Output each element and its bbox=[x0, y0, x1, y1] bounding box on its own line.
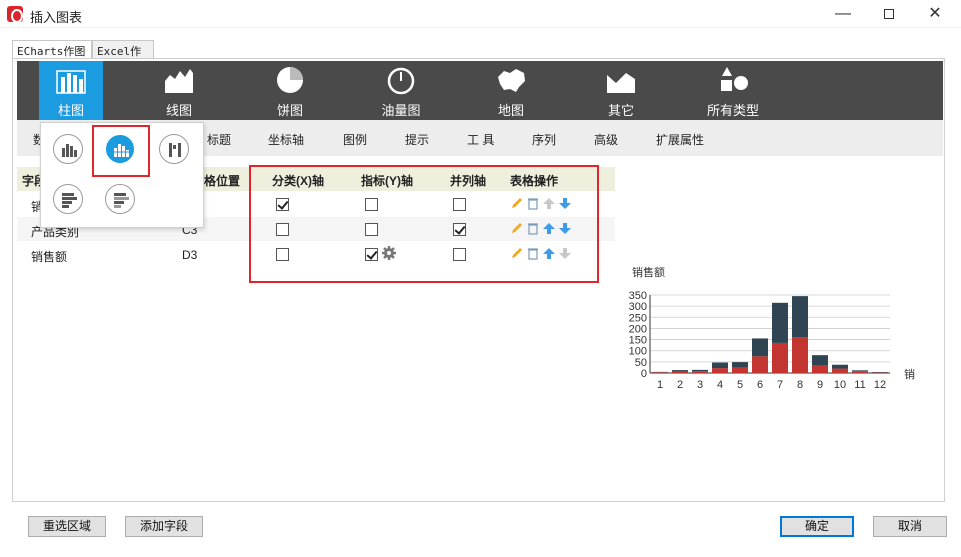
pie-chart-icon bbox=[277, 67, 303, 93]
tab-excel[interactable]: Excel作图 bbox=[92, 40, 154, 74]
all-types-icon bbox=[721, 67, 748, 91]
bar-segment bbox=[692, 369, 708, 372]
area-chart-icon bbox=[165, 69, 193, 93]
x-tick-label: 2 bbox=[677, 379, 683, 391]
x-tick-label: 8 bbox=[797, 379, 803, 391]
bar-segment bbox=[792, 337, 808, 373]
subtype-stacked-horizontal-button[interactable] bbox=[105, 184, 135, 214]
subtab-series[interactable]: 序列 bbox=[532, 131, 556, 148]
window-title: 插入图表 bbox=[30, 10, 83, 25]
bar-segment bbox=[792, 296, 808, 338]
preview-series-label: 销售额 bbox=[632, 265, 665, 279]
subtab-title[interactable]: 标题 bbox=[207, 131, 231, 148]
reselect-range-button[interactable]: 重选区域 bbox=[28, 516, 106, 537]
chart-type-other-option[interactable]: 其它 bbox=[589, 61, 653, 120]
maximize-button[interactable] bbox=[866, 0, 912, 28]
preview-chart: 销售额 销 0501001502002503003501 2 3 4 5 6 7 8 9 10 11… bbox=[629, 265, 915, 391]
cancel-button[interactable]: 取消 bbox=[873, 516, 947, 537]
x-tick-label: 1 bbox=[657, 379, 663, 391]
chart-type-all-option[interactable]: 所有类型 bbox=[697, 61, 769, 120]
chart-type-bar: 柱图 线图 饼图 油量图 地图 其它 所有类型 bbox=[17, 61, 943, 120]
x-tick-label: 7 bbox=[777, 379, 783, 391]
y-tick-label: 250 bbox=[629, 312, 647, 324]
app-icon bbox=[7, 6, 23, 23]
chart-type-label: 柱图 bbox=[57, 103, 84, 118]
bar-segment bbox=[852, 371, 868, 373]
chart-type-label: 其它 bbox=[607, 103, 634, 118]
bar-segment bbox=[752, 356, 768, 373]
chart-type-line-option[interactable]: 线图 bbox=[147, 61, 211, 120]
y-tick-label: 50 bbox=[635, 357, 647, 369]
subtype-highlight-box bbox=[92, 125, 150, 177]
bar-segment bbox=[672, 370, 688, 372]
bar-segment bbox=[832, 368, 848, 373]
bar-segment bbox=[812, 355, 828, 366]
bar-segment bbox=[652, 372, 668, 373]
title-bar: 插入图表 — ✕ bbox=[0, 0, 961, 28]
horizontal-bar-icon bbox=[62, 193, 77, 208]
chart-type-pie-option[interactable]: 饼图 bbox=[258, 61, 322, 120]
waterfall-icon bbox=[169, 143, 181, 157]
tab-echarts[interactable]: ECharts作图 bbox=[12, 40, 92, 59]
map-icon bbox=[498, 69, 525, 92]
y-tick-label: 200 bbox=[629, 323, 647, 335]
chart-type-map-option[interactable]: 地图 bbox=[479, 61, 543, 120]
chart-type-label: 所有类型 bbox=[706, 103, 759, 118]
x-tick-label: 12 bbox=[874, 379, 886, 391]
bar-segment bbox=[672, 371, 688, 373]
subtab-tooltip[interactable]: 提示 bbox=[405, 131, 429, 148]
subtab-legend[interactable]: 图例 bbox=[343, 131, 367, 148]
bar-segment bbox=[712, 368, 728, 373]
x-tick-label: 4 bbox=[717, 379, 723, 391]
chart-type-label: 地图 bbox=[497, 103, 524, 118]
preview-x-label: 销 bbox=[904, 367, 915, 381]
chart-type-bar-option[interactable]: 柱图 bbox=[39, 61, 103, 120]
stacked-horizontal-bar-icon bbox=[114, 193, 129, 208]
bar-chart-icon bbox=[56, 70, 86, 94]
bar-segment bbox=[732, 362, 748, 368]
field-name: 销售额 bbox=[31, 250, 68, 264]
chart-type-label: 线图 bbox=[165, 103, 192, 118]
minimize-button[interactable]: — bbox=[820, 0, 866, 28]
close-button[interactable]: ✕ bbox=[912, 0, 958, 28]
chart-type-label: 饼图 bbox=[276, 103, 303, 118]
chart-type-gauge-option[interactable]: 油量图 bbox=[369, 61, 433, 120]
y-tick-label: 100 bbox=[629, 346, 647, 358]
subtype-horizontal-bar-button[interactable] bbox=[53, 184, 83, 214]
y-tick-label: 0 bbox=[641, 368, 647, 380]
bar-segment bbox=[772, 342, 788, 373]
gauge-icon bbox=[387, 67, 415, 95]
bar-segment bbox=[772, 302, 788, 343]
basic-bar-icon bbox=[62, 144, 77, 157]
axis-highlight-box bbox=[249, 165, 599, 283]
y-tick-label: 350 bbox=[629, 290, 647, 302]
y-tick-label: 150 bbox=[629, 335, 647, 347]
x-tick-label: 6 bbox=[757, 379, 763, 391]
bar-segment bbox=[712, 362, 728, 369]
maximize-icon bbox=[884, 9, 894, 19]
x-tick-label: 10 bbox=[834, 379, 846, 391]
x-tick-label: 3 bbox=[697, 379, 703, 391]
subtab-advanced[interactable]: 高级 bbox=[594, 131, 618, 148]
bar-segment bbox=[692, 371, 708, 373]
subtab-extended[interactable]: 扩展属性 bbox=[656, 131, 704, 148]
bar-segment bbox=[732, 367, 748, 373]
chart-type-label: 油量图 bbox=[381, 103, 421, 118]
subtab-axis[interactable]: 坐标轴 bbox=[268, 131, 304, 148]
x-tick-label: 9 bbox=[817, 379, 823, 391]
add-field-button[interactable]: 添加字段 bbox=[125, 516, 203, 537]
x-tick-label: 5 bbox=[737, 379, 743, 391]
subtype-basic-bar-button[interactable] bbox=[53, 134, 83, 164]
bar-segment bbox=[832, 364, 848, 369]
subtype-waterfall-button[interactable] bbox=[159, 134, 189, 164]
bar-segment bbox=[752, 338, 768, 357]
x-tick-label: 11 bbox=[854, 379, 865, 391]
subtab-tools[interactable]: 工 具 bbox=[467, 131, 494, 148]
other-chart-icon bbox=[607, 73, 635, 93]
cell-position: D3 bbox=[182, 248, 198, 262]
y-tick-label: 300 bbox=[629, 301, 647, 313]
bar-segment bbox=[812, 365, 828, 373]
ok-button[interactable]: 确定 bbox=[780, 516, 854, 537]
bar-segment bbox=[852, 370, 868, 372]
